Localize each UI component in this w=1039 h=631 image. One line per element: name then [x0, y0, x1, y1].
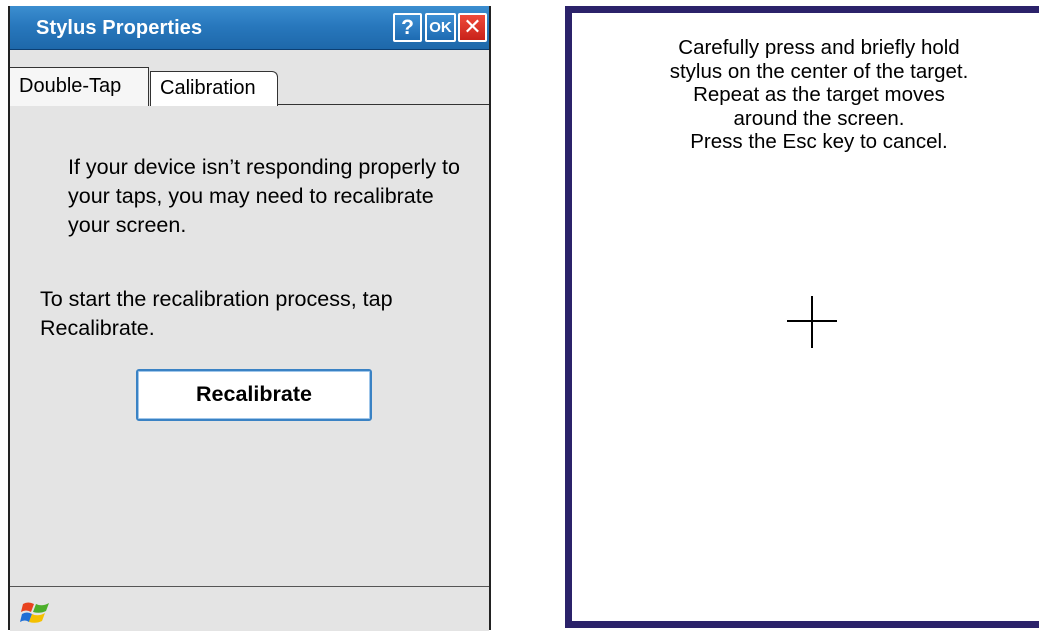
windows-flag-icon[interactable] — [20, 600, 52, 626]
tab-double-tap[interactable]: Double-Tap — [10, 67, 149, 106]
ok-button[interactable]: OK — [425, 13, 456, 42]
calibration-screen: Carefully press and briefly hold stylus … — [565, 6, 1039, 628]
close-button[interactable]: ✕ — [458, 13, 487, 42]
help-button[interactable]: ? — [393, 13, 422, 42]
tab-strip: Double-Tap Calibration — [10, 49, 489, 106]
instruction-line: Repeat as the target moves — [693, 83, 945, 106]
title-bar: Stylus Properties ? OK ✕ — [10, 6, 489, 50]
instruction-line: stylus on the center of the target. — [669, 59, 969, 83]
taskbar — [10, 586, 489, 631]
description-text: If your device isn’t responding properly… — [68, 155, 460, 237]
window-title: Stylus Properties — [36, 17, 203, 39]
calibration-instructions: Carefully press and briefly hold stylus … — [572, 36, 1039, 154]
instruction-line: Press the Esc key to cancel. — [690, 130, 948, 153]
calibration-tab-panel: If your device isn’t responding properly… — [10, 105, 489, 585]
tab-calibration[interactable]: Calibration — [150, 71, 278, 106]
instruction-text: To start the recalibration process, tap … — [40, 287, 393, 340]
instruction-line: Carefully press and briefly hold — [678, 36, 960, 59]
stylus-properties-window: Stylus Properties ? OK ✕ Double-Tap Cali… — [8, 6, 491, 631]
crosshair-icon[interactable] — [787, 296, 837, 348]
instruction-line: around the screen. — [733, 106, 905, 130]
recalibrate-button[interactable]: Recalibrate — [136, 369, 372, 421]
